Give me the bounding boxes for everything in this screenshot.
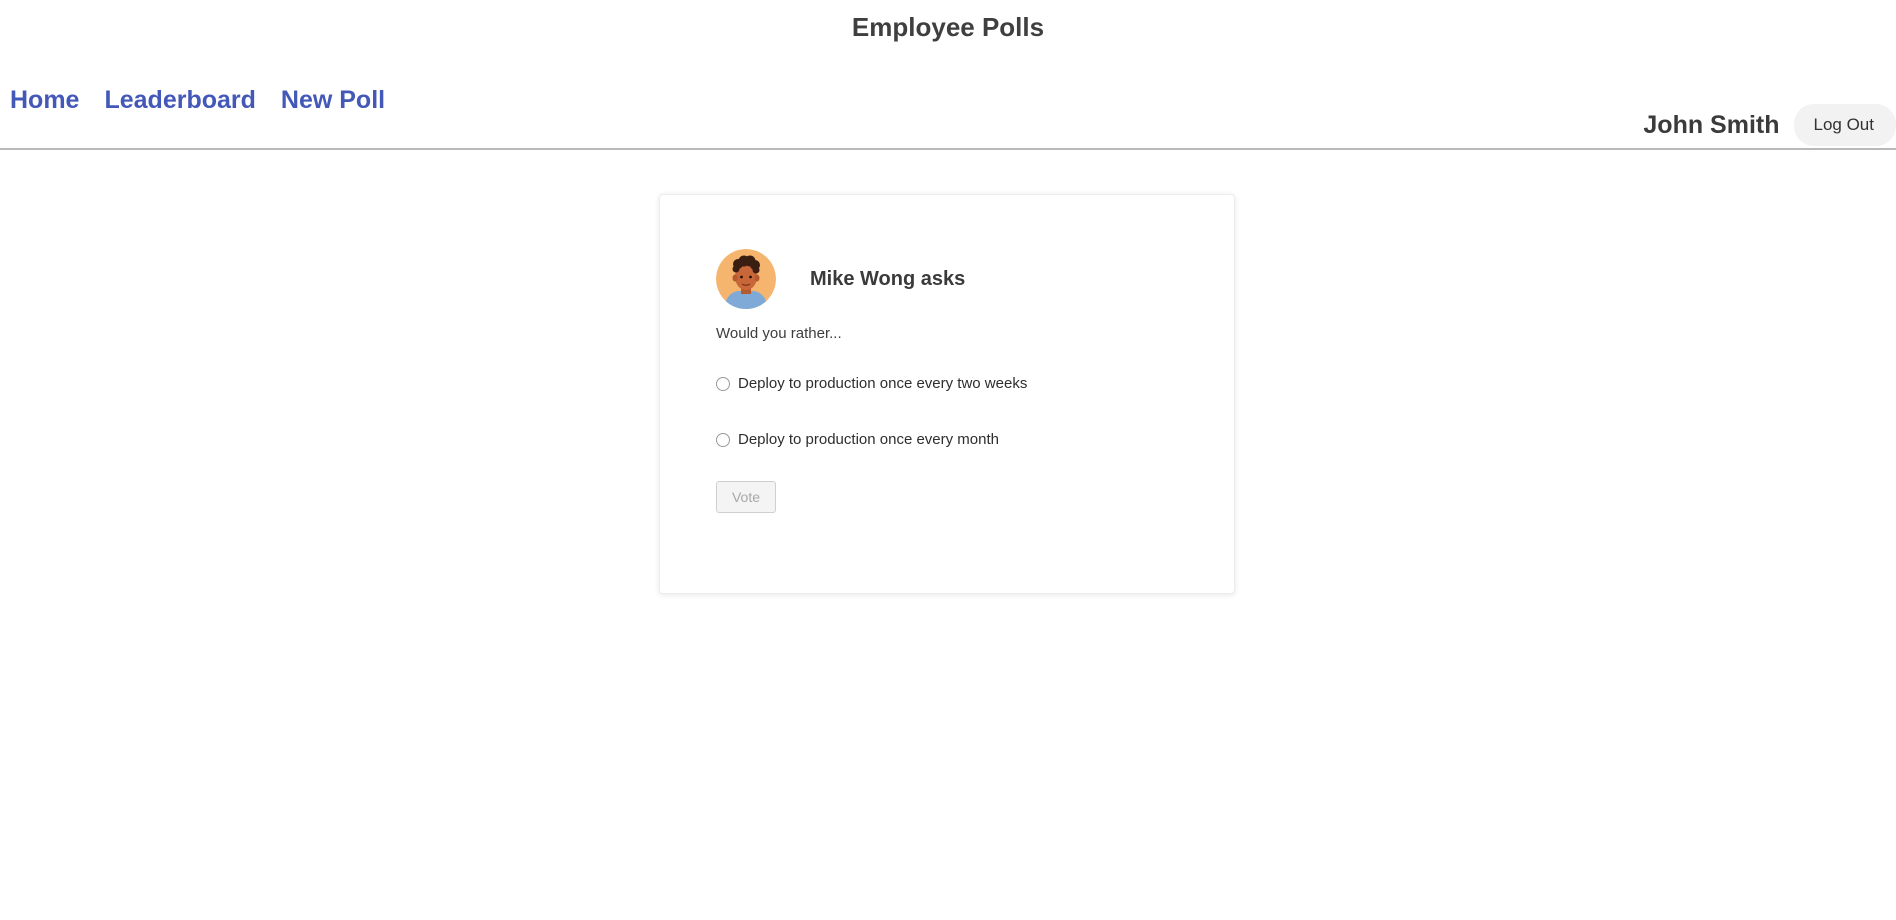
option-one-radio[interactable] xyxy=(716,376,730,391)
poll-asker-label: Mike Wong asks xyxy=(810,267,966,290)
user-area: John Smith Log Out xyxy=(1643,104,1896,146)
nav-link-new-poll[interactable]: New Poll xyxy=(281,86,385,115)
poll-card: Mike Wong asks Would you rather... Deplo… xyxy=(659,194,1235,594)
vote-button[interactable]: Vote xyxy=(716,481,776,513)
option-two-radio[interactable] xyxy=(716,432,730,447)
poll-asker: Mike Wong asks xyxy=(716,249,965,309)
nav-link-home[interactable]: Home xyxy=(10,86,79,115)
option-one-label: Deploy to production once every two week… xyxy=(738,375,1028,392)
main-nav: Home Leaderboard New Poll xyxy=(10,86,385,115)
logout-button[interactable]: Log Out xyxy=(1793,104,1896,146)
poll-prompt: Would you rather... xyxy=(716,325,842,342)
person-avatar-icon xyxy=(716,249,776,309)
nav-link-leaderboard[interactable]: Leaderboard xyxy=(104,86,255,115)
app-title: Employee Polls xyxy=(851,12,1045,42)
option-two-label: Deploy to production once every month xyxy=(738,431,999,448)
page: Employee Polls Home Leaderboard New Poll… xyxy=(0,0,1896,920)
current-user-name: John Smith xyxy=(1643,110,1780,139)
poll-option-two[interactable]: Deploy to production once every month xyxy=(716,431,999,448)
nav-divider xyxy=(0,148,1896,150)
poll-option-one[interactable]: Deploy to production once every two week… xyxy=(716,375,1027,392)
